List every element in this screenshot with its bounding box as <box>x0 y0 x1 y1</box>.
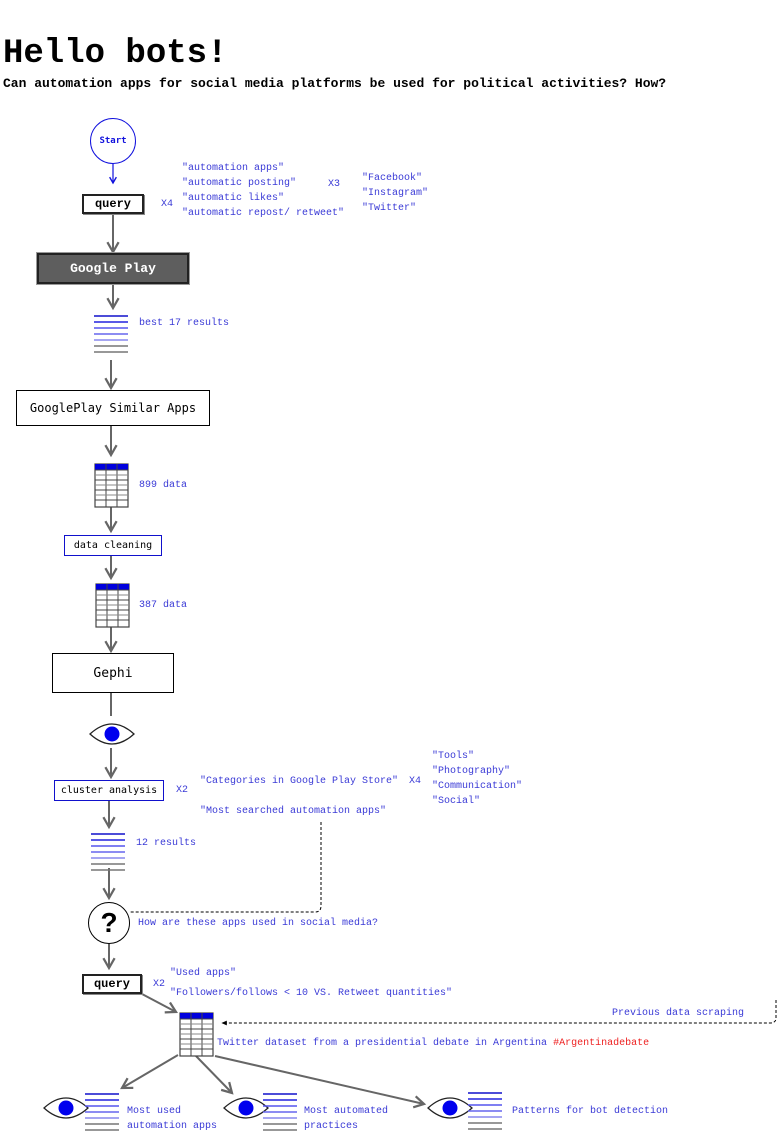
question-label: How are these apps used in social media? <box>138 918 379 929</box>
outcome-label: Patterns for bot detection <box>512 1104 668 1119</box>
data-cleaning-node: data cleaning <box>64 535 162 556</box>
list-icon <box>262 1093 298 1131</box>
eye-icon <box>89 723 135 745</box>
cluster-multiplier: X2 <box>176 785 189 796</box>
data-cleaning-label: data cleaning <box>73 540 153 551</box>
start-label: Start <box>99 136 127 146</box>
outcome-label: Most automated practices <box>304 1104 388 1133</box>
platform-term: "Twitter" <box>362 203 417 214</box>
list-icon <box>93 315 129 353</box>
dataset-label: Twitter dataset from a presidential deba… <box>217 1036 649 1051</box>
previous-scraping-label: Previous data scraping <box>612 1008 745 1019</box>
arrow-dataset-outcome-3 <box>214 1055 427 1109</box>
data-count-label: 387 data <box>139 600 188 611</box>
query-term: "automation apps" <box>182 163 285 174</box>
cluster-criterion: "Most searched automation apps" <box>200 806 387 817</box>
gephi-label: Gephi <box>93 665 133 681</box>
cluster-analysis-node: cluster analysis <box>54 780 164 801</box>
page-subtitle: Can automation apps for social media pla… <box>3 76 667 91</box>
query-multiplier: X2 <box>153 979 166 990</box>
dataset-description: Twitter dataset from a presidential deba… <box>217 1038 548 1049</box>
eye-icon <box>43 1097 89 1119</box>
outcome-label: Most used automation apps <box>127 1104 217 1133</box>
similar-apps-label: GooglePlay Similar Apps <box>29 401 197 415</box>
google-play-node: Google Play <box>36 252 190 285</box>
outcome-line: Most used <box>127 1106 182 1117</box>
eye-icon <box>223 1097 269 1119</box>
connectors-layer <box>43 164 777 1131</box>
query-node: query <box>82 194 144 214</box>
table-icon <box>95 583 130 628</box>
query-multiplier: X4 <box>161 199 174 210</box>
list-icon <box>84 1093 120 1131</box>
query-node: query <box>82 974 142 994</box>
page-title: Hello bots! <box>3 35 228 73</box>
data-count-label: 899 data <box>139 480 188 491</box>
eye-icon <box>427 1097 473 1119</box>
platform-term: "Instagram" <box>362 188 429 199</box>
cluster-criterion: "Categories in Google Play Store" <box>200 776 399 787</box>
category-term: "Tools" <box>432 751 475 762</box>
outcome-line: automation apps <box>127 1121 218 1132</box>
dataset-hashtag: #Argentinadebate <box>553 1038 650 1049</box>
category-multiplier: X4 <box>409 776 422 787</box>
arrow-dataset-outcome-1 <box>120 1054 179 1090</box>
query-term: "Used apps" <box>170 968 237 979</box>
google-play-label: Google Play <box>70 261 156 276</box>
outcome-line: Most automated <box>304 1106 389 1117</box>
list-icon <box>90 833 126 871</box>
page: Hello bots! Can automation apps for soci… <box>0 0 783 1133</box>
platform-term: "Facebook" <box>362 173 423 184</box>
question-mark-icon: ? <box>100 907 118 938</box>
query-term: "Followers/follows < 10 VS. Retweet quan… <box>170 988 453 999</box>
table-icon <box>94 463 129 508</box>
category-term: "Social" <box>432 796 481 807</box>
category-term: "Communication" <box>432 781 523 792</box>
query-term: "automatic posting" <box>182 178 297 189</box>
question-node: ? <box>88 902 130 944</box>
start-node: Start <box>90 118 136 164</box>
query-label: query <box>93 977 130 991</box>
results-label: 12 results <box>136 838 197 849</box>
platform-multiplier: X3 <box>328 179 341 190</box>
table-icon <box>179 1012 214 1057</box>
outcome-line: practices <box>304 1121 359 1132</box>
outcome-line: Patterns for bot detection <box>512 1106 669 1117</box>
similar-apps-node: GooglePlay Similar Apps <box>16 390 210 426</box>
gephi-node: Gephi <box>52 653 174 693</box>
query-term: "automatic repost/ retweet" <box>182 208 345 219</box>
results-label: best 17 results <box>139 318 230 329</box>
query-term: "automatic likes" <box>182 193 285 204</box>
list-icon <box>467 1092 503 1130</box>
category-term: "Photography" <box>432 766 511 777</box>
query-label: query <box>94 197 131 211</box>
arrow-dataset-outcome-2 <box>195 1055 234 1095</box>
cluster-analysis-label: cluster analysis <box>60 785 158 796</box>
